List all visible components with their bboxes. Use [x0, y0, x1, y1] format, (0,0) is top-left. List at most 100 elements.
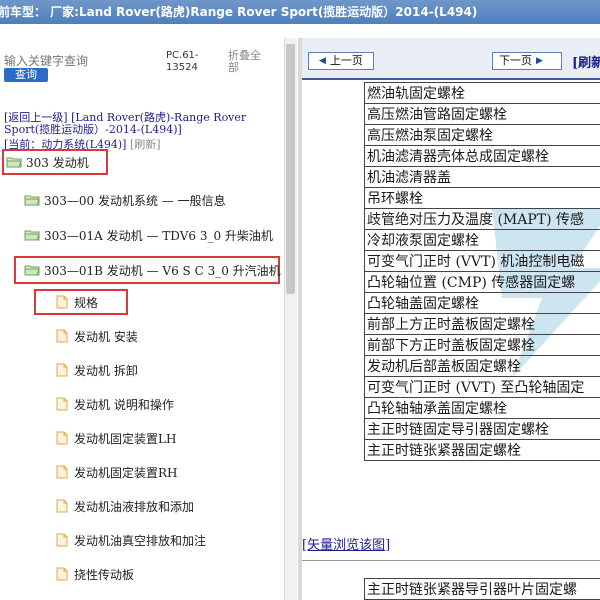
section-divider	[302, 560, 600, 561]
document-icon	[56, 363, 68, 377]
table-row: 可变气门正时 (VVT) 机油控制电磁	[364, 250, 600, 272]
left-triangle-icon: ◀	[319, 56, 326, 66]
folder-open-icon	[6, 157, 22, 168]
tree-item-engine-install[interactable]: 发动机 安装	[56, 325, 138, 347]
tree-item-oil-drain-fill[interactable]: 发动机油液排放和添加	[56, 495, 194, 517]
tree-item-303-01b[interactable]: 303—01B 发动机 — V6 S C 3_0 升汽油机	[14, 256, 281, 284]
spec-cell: 凸轮轴盖固定螺栓	[364, 292, 600, 314]
table-row: 高压燃油泵固定螺栓	[364, 124, 600, 146]
table-row: 燃油轨固定螺栓	[364, 82, 600, 104]
next-page-label: 下一页	[499, 54, 532, 67]
tree-item-303-01a[interactable]: 303—01A 发动机 — TDV6 3_0 升柴油机	[24, 224, 273, 246]
table-row: 可变气门正时 (VVT) 至凸轮轴固定	[364, 376, 600, 398]
document-icon	[56, 431, 68, 445]
folder-open-icon	[24, 230, 40, 241]
tree-item-engine-description[interactable]: 发动机 说明和操作	[56, 393, 174, 415]
spec-table: 燃油轨固定螺栓 高压燃油管路固定螺栓 高压燃油泵固定螺栓 机油滤清器壳体总成固定…	[364, 82, 600, 461]
sidebar-scrollbar[interactable]	[284, 38, 297, 600]
spec-cell: 机油滤清器壳体总成固定螺栓	[364, 145, 600, 167]
next-page-button[interactable]: 下一页 ▶	[492, 52, 562, 70]
tree-item-flexplate[interactable]: 挠性传动板	[56, 563, 134, 585]
tree-item-303-engine[interactable]: 303 发动机	[2, 149, 108, 175]
table-row: 歧管绝对压力及温度 (MAPT) 传感	[364, 208, 600, 230]
spec-cell: 机油滤清器盖	[364, 166, 600, 188]
tree-item-label: 发动机油液排放和添加	[74, 499, 195, 514]
title-bar: 前车型： 厂家:Land Rover(路虎)Range Rover Sport(…	[0, 0, 600, 24]
topbar-spacer	[0, 24, 600, 38]
tree-item-label: 挠性传动板	[74, 567, 135, 582]
table-row: 凸轮轴盖固定螺栓	[364, 292, 600, 314]
tree-item-oil-vacuum-drain[interactable]: 发动机油真空排放和加注	[56, 529, 206, 551]
tree-item-label: 发动机 说明和操作	[74, 397, 174, 412]
table-row: 凸轮轴轴承盖固定螺栓	[364, 397, 600, 419]
spec-cell: 主正时链固定导引器固定螺栓	[364, 418, 600, 440]
spec-cell: 凸轮轴位置 (CMP) 传感器固定螺	[364, 271, 600, 293]
table-row: 吊环螺栓	[364, 187, 600, 209]
document-icon	[56, 397, 68, 411]
sidebar: 查询 PC.61-13524 折叠全部 [返回上一级] [Land Rover(…	[0, 38, 284, 600]
table-row: 高压燃油管路固定螺栓	[364, 103, 600, 125]
table-row: 发动机后部盖板固定螺栓	[364, 355, 600, 377]
table-row: 冷却液泵固定螺栓	[364, 229, 600, 251]
vector-view-link-wrap: [矢量浏览该图]	[302, 534, 390, 553]
search-input[interactable]	[4, 54, 134, 68]
folder-open-icon	[24, 265, 40, 276]
spec-cell: 前部上方正时盖板固定螺栓	[364, 313, 600, 335]
document-icon	[56, 567, 68, 581]
collapse-all-link[interactable]: 折叠全部	[228, 50, 270, 74]
table-row: 主正时链固定导引器固定螺栓	[364, 418, 600, 440]
tree-item-label: 303—01A 发动机 — TDV6 3_0 升柴油机	[44, 228, 273, 243]
spec-cell: 吊环螺栓	[364, 187, 600, 209]
spec-cell: 燃油轨固定螺栓	[364, 82, 600, 104]
refresh-link[interactable]: [刷新]	[130, 138, 161, 151]
content-refresh-link[interactable]: [刷新	[572, 52, 600, 71]
tree-item-label: 发动机固定装置LH	[74, 431, 177, 446]
content-toolbar: ◀ 上一页 下一页 ▶ [刷新	[302, 38, 600, 80]
tree-item-label: 发动机固定装置RH	[74, 465, 178, 480]
spec-cell: 前部下方正时盖板固定螺栓	[364, 334, 600, 356]
pc-code: PC.61-13524	[166, 50, 199, 73]
tree-item-engine-removal[interactable]: 发动机 拆卸	[56, 359, 138, 381]
tree-item-engine-mount-rh[interactable]: 发动机固定装置RH	[56, 461, 178, 483]
prev-page-label: 上一页	[329, 54, 363, 67]
right-triangle-icon: ▶	[536, 56, 543, 66]
vehicle-title: 前车型： 厂家:Land Rover(路虎)Range Rover Sport(…	[0, 5, 478, 19]
tree-item-label: 303—01B 发动机 — V6 S C 3_0 升汽油机	[44, 263, 281, 278]
spec-cell: 凸轮轴轴承盖固定螺栓	[364, 397, 600, 419]
spec-cell: 冷却液泵固定螺栓	[364, 229, 600, 251]
tree-item-specifications[interactable]: 规格	[34, 289, 128, 315]
spec-cell: 主正时链张紧器固定螺栓	[364, 439, 600, 461]
scroll-thumb[interactable]	[286, 44, 295, 294]
document-icon	[56, 329, 68, 343]
spec-cell-bottom: 主正时链张紧器导引器叶片固定螺	[364, 578, 600, 600]
table-row: 前部下方正时盖板固定螺栓	[364, 334, 600, 356]
tree-item-303-00[interactable]: 303—00 发动机系统 — 一般信息	[24, 189, 226, 211]
table-row: 机油滤清器壳体总成固定螺栓	[364, 145, 600, 167]
tree-item-label: 发动机油真空排放和加注	[74, 533, 207, 548]
table-row: 凸轮轴位置 (CMP) 传感器固定螺	[364, 271, 600, 293]
table-row: 主正时链张紧器固定螺栓	[364, 439, 600, 461]
table-row: 前部上方正时盖板固定螺栓	[364, 313, 600, 335]
spec-cell: 可变气门正时 (VVT) 至凸轮轴固定	[364, 376, 600, 398]
tree-item-engine-mount-lh[interactable]: 发动机固定装置LH	[56, 427, 176, 449]
tree-item-label: 发动机 拆卸	[74, 363, 138, 378]
content-pane: ◀ 上一页 下一页 ▶ [刷新 燃油轨固定螺栓 高压燃油管路固定螺栓 高压燃油泵…	[302, 38, 600, 600]
document-icon	[56, 533, 68, 547]
spec-cell: 高压燃油管路固定螺栓	[364, 103, 600, 125]
vector-view-link[interactable]: [矢量浏览该图]	[302, 538, 390, 553]
breadcrumb: [返回上一级] [Land Rover(路虎)-Range Rover Spor…	[4, 112, 274, 136]
tree-item-label: 303 发动机	[26, 155, 89, 170]
prev-page-button[interactable]: ◀ 上一页	[308, 52, 374, 70]
tree-item-label: 303—00 发动机系统 — 一般信息	[44, 193, 226, 208]
search-button[interactable]: 查询	[4, 68, 48, 82]
document-icon	[56, 499, 68, 513]
spec-cell: 可变气门正时 (VVT) 机油控制电磁	[364, 250, 600, 272]
spec-cell: 发动机后部盖板固定螺栓	[364, 355, 600, 377]
document-icon	[56, 295, 68, 309]
tree-item-label: 规格	[74, 295, 99, 310]
spec-cell: 歧管绝对压力及温度 (MAPT) 传感	[364, 208, 600, 230]
tree-item-label: 发动机 安装	[74, 329, 138, 344]
table-row: 机油滤清器盖	[364, 166, 600, 188]
spec-cell: 高压燃油泵固定螺栓	[364, 124, 600, 146]
folder-open-icon	[24, 195, 40, 206]
